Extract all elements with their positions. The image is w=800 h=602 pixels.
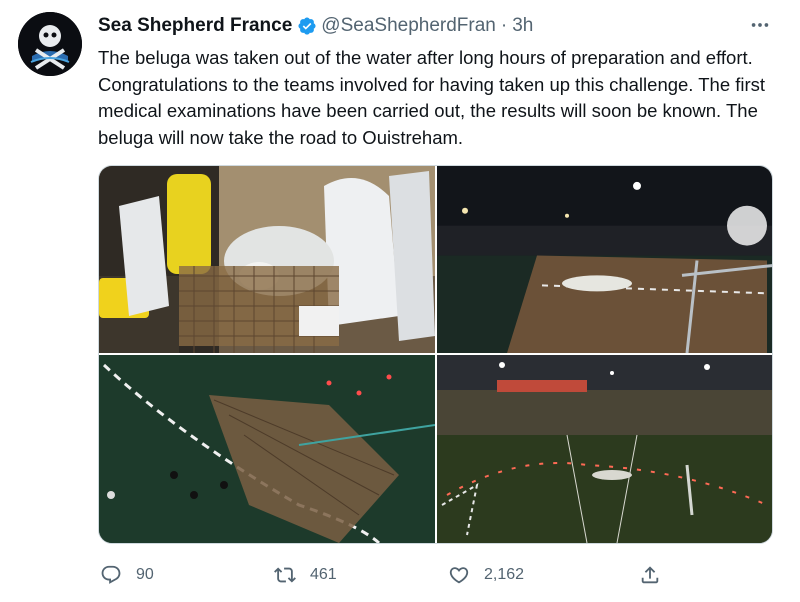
heart-icon: [448, 564, 470, 586]
handle[interactable]: @SeaShepherdFran: [321, 15, 496, 37]
display-name[interactable]: Sea Shepherd France: [98, 15, 292, 37]
avatar[interactable]: [18, 12, 82, 76]
reply-button[interactable]: 90: [100, 561, 154, 589]
like-button[interactable]: 2,162: [448, 561, 524, 589]
retweet-icon: [274, 564, 296, 586]
reply-count: 90: [136, 566, 154, 583]
sea-shepherd-logo: [18, 12, 82, 76]
like-count: 2,162: [484, 566, 525, 583]
more-horizontal-icon[interactable]: [748, 14, 772, 36]
retweet-count: 461: [310, 566, 337, 583]
tweet-header: Sea Shepherd France @SeaShepherdFran · 3…: [98, 14, 533, 38]
media-grid: [98, 165, 773, 544]
media-photo-3[interactable]: [99, 355, 435, 543]
retweet-button[interactable]: 461: [274, 561, 337, 589]
reply-icon: [100, 564, 122, 586]
timestamp[interactable]: 3h: [512, 15, 533, 37]
share-icon: [639, 564, 661, 586]
verified-badge-icon: [297, 16, 317, 36]
share-button[interactable]: [639, 561, 675, 589]
media-photo-1[interactable]: [99, 166, 435, 353]
action-bar: 90 461 2,162: [98, 561, 738, 589]
media-photo-2[interactable]: [437, 166, 772, 353]
media-photo-4[interactable]: [437, 355, 772, 543]
tweet-text: The beluga was taken out of the water af…: [98, 47, 766, 148]
separator-dot: ·: [500, 15, 508, 36]
